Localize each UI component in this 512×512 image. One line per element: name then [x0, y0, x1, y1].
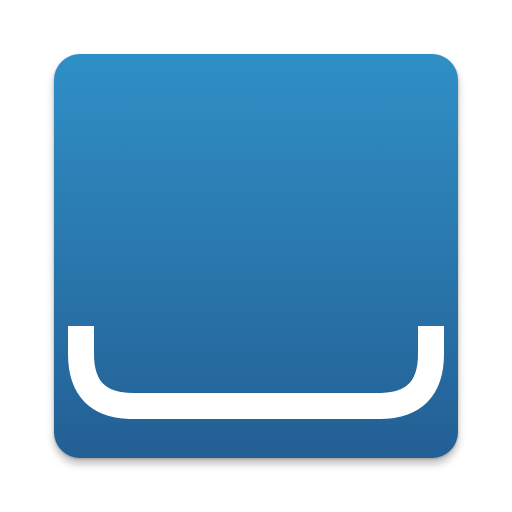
icon-canvas — [0, 0, 512, 512]
smile-curve — [68, 326, 444, 419]
smile-tray-icon — [68, 326, 444, 419]
app-icon[interactable] — [54, 54, 458, 458]
